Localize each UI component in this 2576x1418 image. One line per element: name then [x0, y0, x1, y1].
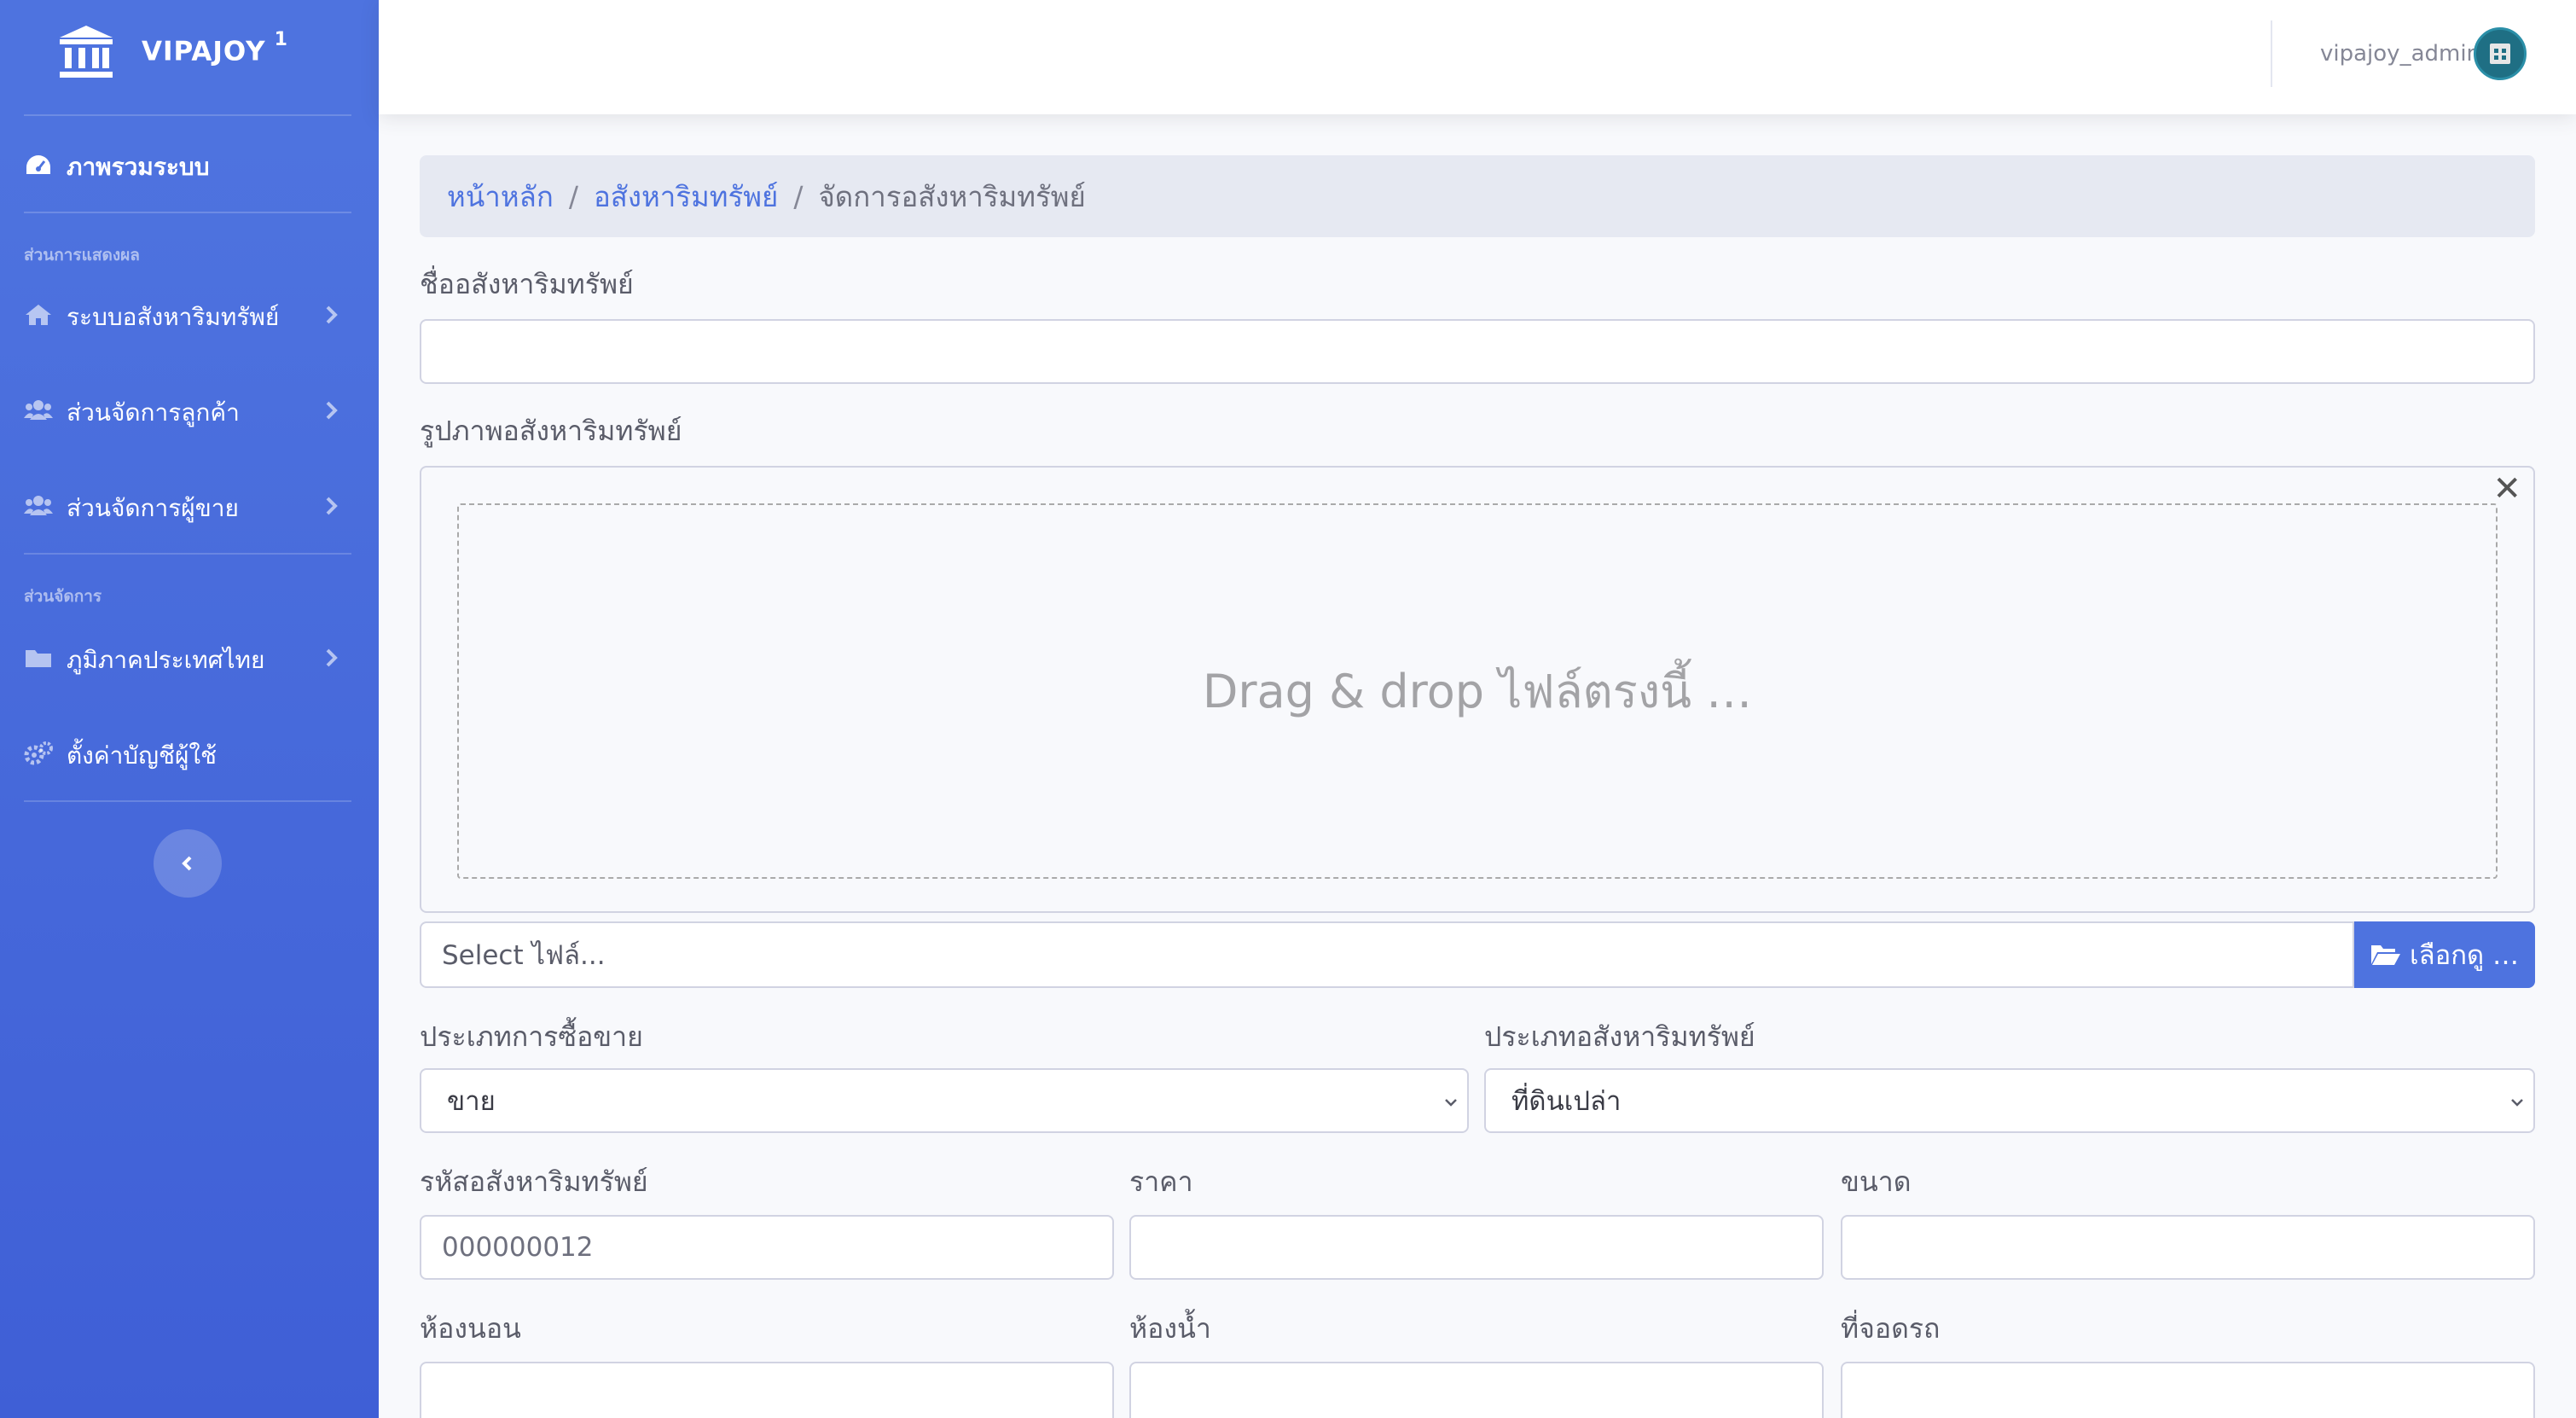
topbar: vipajoy_admin	[379, 0, 2576, 114]
file-placeholder: Select ไฟล์...	[442, 940, 606, 971]
avatar[interactable]	[2474, 27, 2527, 80]
cogs-icon	[24, 741, 53, 765]
size-label: ขนาด	[1841, 1165, 1912, 1198]
sidebar-item-label: ภูมิภาคประเทศไทย	[67, 646, 265, 674]
username[interactable]: vipajoy_admin	[2320, 41, 2480, 67]
file-caption-input[interactable]: Select ไฟล์...	[420, 921, 2354, 988]
topbar-divider	[2271, 20, 2272, 87]
breadcrumb-separator: /	[568, 179, 578, 213]
chevron-down-icon	[1445, 1099, 1457, 1107]
chevron-right-icon	[326, 401, 338, 420]
breadcrumb: หน้าหลัก / อสังหาริมทรัพย์ / จัดการอสังห…	[420, 155, 2535, 237]
property-name-label: ชื่ออสังหาริมทรัพย์	[420, 268, 634, 300]
property-type-value: ที่ดินเปล่า	[1511, 1086, 1622, 1117]
sidebar-item-label: ตั้งค่าบัญชีผู้ใช้	[67, 741, 218, 770]
building-icon	[2490, 44, 2510, 64]
parking-input[interactable]	[1841, 1362, 2535, 1418]
brand[interactable]: VIPAJOY 1	[0, 0, 379, 109]
bank-icon	[60, 26, 113, 78]
breadcrumb-section-link[interactable]: อสังหาริมทรัพย์	[594, 174, 778, 219]
sidebar-item-sellers[interactable]: ส่วนจัดการผู้ขาย	[0, 471, 379, 539]
sidebar-item-label: ส่วนจัดการผู้ขาย	[67, 494, 239, 522]
property-image-label: รูปภาพอสังหาริมทรัพย์	[420, 415, 682, 447]
dropzone[interactable]: Drag & drop ไฟล์ตรงนี้ …	[457, 503, 2498, 879]
sidebar-heading-manage: ส่วนจัดการ	[24, 587, 102, 606]
bathroom-input[interactable]	[1129, 1362, 1824, 1418]
property-code-label: รหัสอสังหาริมทรัพย์	[420, 1165, 648, 1198]
sidebar-toggle-button[interactable]	[154, 829, 222, 898]
sidebar-item-property[interactable]: ระบบอสังหาริมทรัพย์	[0, 280, 379, 348]
users-icon	[24, 495, 53, 517]
sidebar-item-account-settings[interactable]: ตั้งค่าบัญชีผู้ใช้	[0, 718, 379, 787]
sidebar-item-label: ระบบอสังหาริมทรัพย์	[67, 303, 280, 331]
sale-type-select[interactable]: ขาย	[420, 1068, 1469, 1133]
parking-label: ที่จอดรถ	[1841, 1312, 1941, 1345]
breadcrumb-home-link[interactable]: หน้าหลัก	[447, 174, 554, 219]
breadcrumb-current: จัดการอสังหาริมทรัพย์	[818, 179, 1086, 213]
folder-open-icon	[2371, 945, 2401, 965]
chevron-left-icon	[182, 856, 192, 871]
bedroom-label: ห้องนอน	[420, 1312, 521, 1345]
property-code-input[interactable]	[420, 1215, 1114, 1280]
sidebar-item-overview[interactable]: ภาพรวมระบบ	[0, 130, 379, 198]
chevron-down-icon	[2511, 1099, 2523, 1107]
sidebar-item-label: ส่วนจัดการลูกค้า	[67, 398, 240, 427]
sale-type-label: ประเภทการซื้อขาย	[420, 1020, 643, 1053]
property-type-select[interactable]: ที่ดินเปล่า	[1484, 1068, 2535, 1133]
folder-icon	[24, 647, 53, 669]
sidebar-divider	[24, 800, 351, 802]
home-icon	[24, 304, 53, 326]
bathroom-label: ห้องน้ำ	[1129, 1312, 1211, 1345]
brand-badge: 1	[274, 29, 288, 50]
sidebar-item-regions[interactable]: ภูมิภาคประเทศไทย	[0, 623, 379, 691]
property-name-input[interactable]	[420, 319, 2535, 384]
browse-button[interactable]: เลือกดู …	[2354, 921, 2535, 988]
breadcrumb-separator: /	[793, 179, 804, 213]
chevron-right-icon	[326, 648, 338, 667]
property-type-label: ประเภทอสังหาริมทรัพย์	[1484, 1020, 1755, 1053]
sidebar-heading-display: ส่วนการแสดงผล	[24, 246, 140, 264]
sale-type-value: ขาย	[447, 1086, 496, 1117]
sidebar: VIPAJOY 1 ภาพรวมระบบ ส่วนการแสดงผล ระบบอส…	[0, 0, 379, 1418]
sidebar-item-label: ภาพรวมระบบ	[67, 153, 210, 181]
brand-name: VIPAJOY 1	[142, 29, 288, 67]
file-select-row: Select ไฟล์... เลือกดู …	[420, 921, 2535, 988]
bedroom-input[interactable]	[420, 1362, 1114, 1418]
price-input[interactable]	[1129, 1215, 1824, 1280]
sidebar-divider	[24, 553, 351, 555]
sidebar-divider	[24, 114, 351, 116]
browse-button-label: เลือกดู …	[2410, 940, 2519, 971]
chevron-right-icon	[326, 305, 338, 324]
sidebar-item-customers[interactable]: ส่วนจัดการลูกค้า	[0, 375, 379, 444]
image-upload-panel: Drag & drop ไฟล์ตรงนี้ … ✕	[420, 466, 2535, 913]
size-input[interactable]	[1841, 1215, 2535, 1280]
tachometer-icon	[24, 154, 53, 176]
users-icon	[24, 399, 53, 421]
sidebar-divider	[24, 212, 351, 213]
price-label: ราคา	[1129, 1165, 1193, 1198]
dropzone-text: Drag & drop ไฟล์ตรงนี้ …	[1202, 665, 1753, 718]
close-icon[interactable]: ✕	[2492, 469, 2521, 509]
chevron-right-icon	[326, 497, 338, 515]
